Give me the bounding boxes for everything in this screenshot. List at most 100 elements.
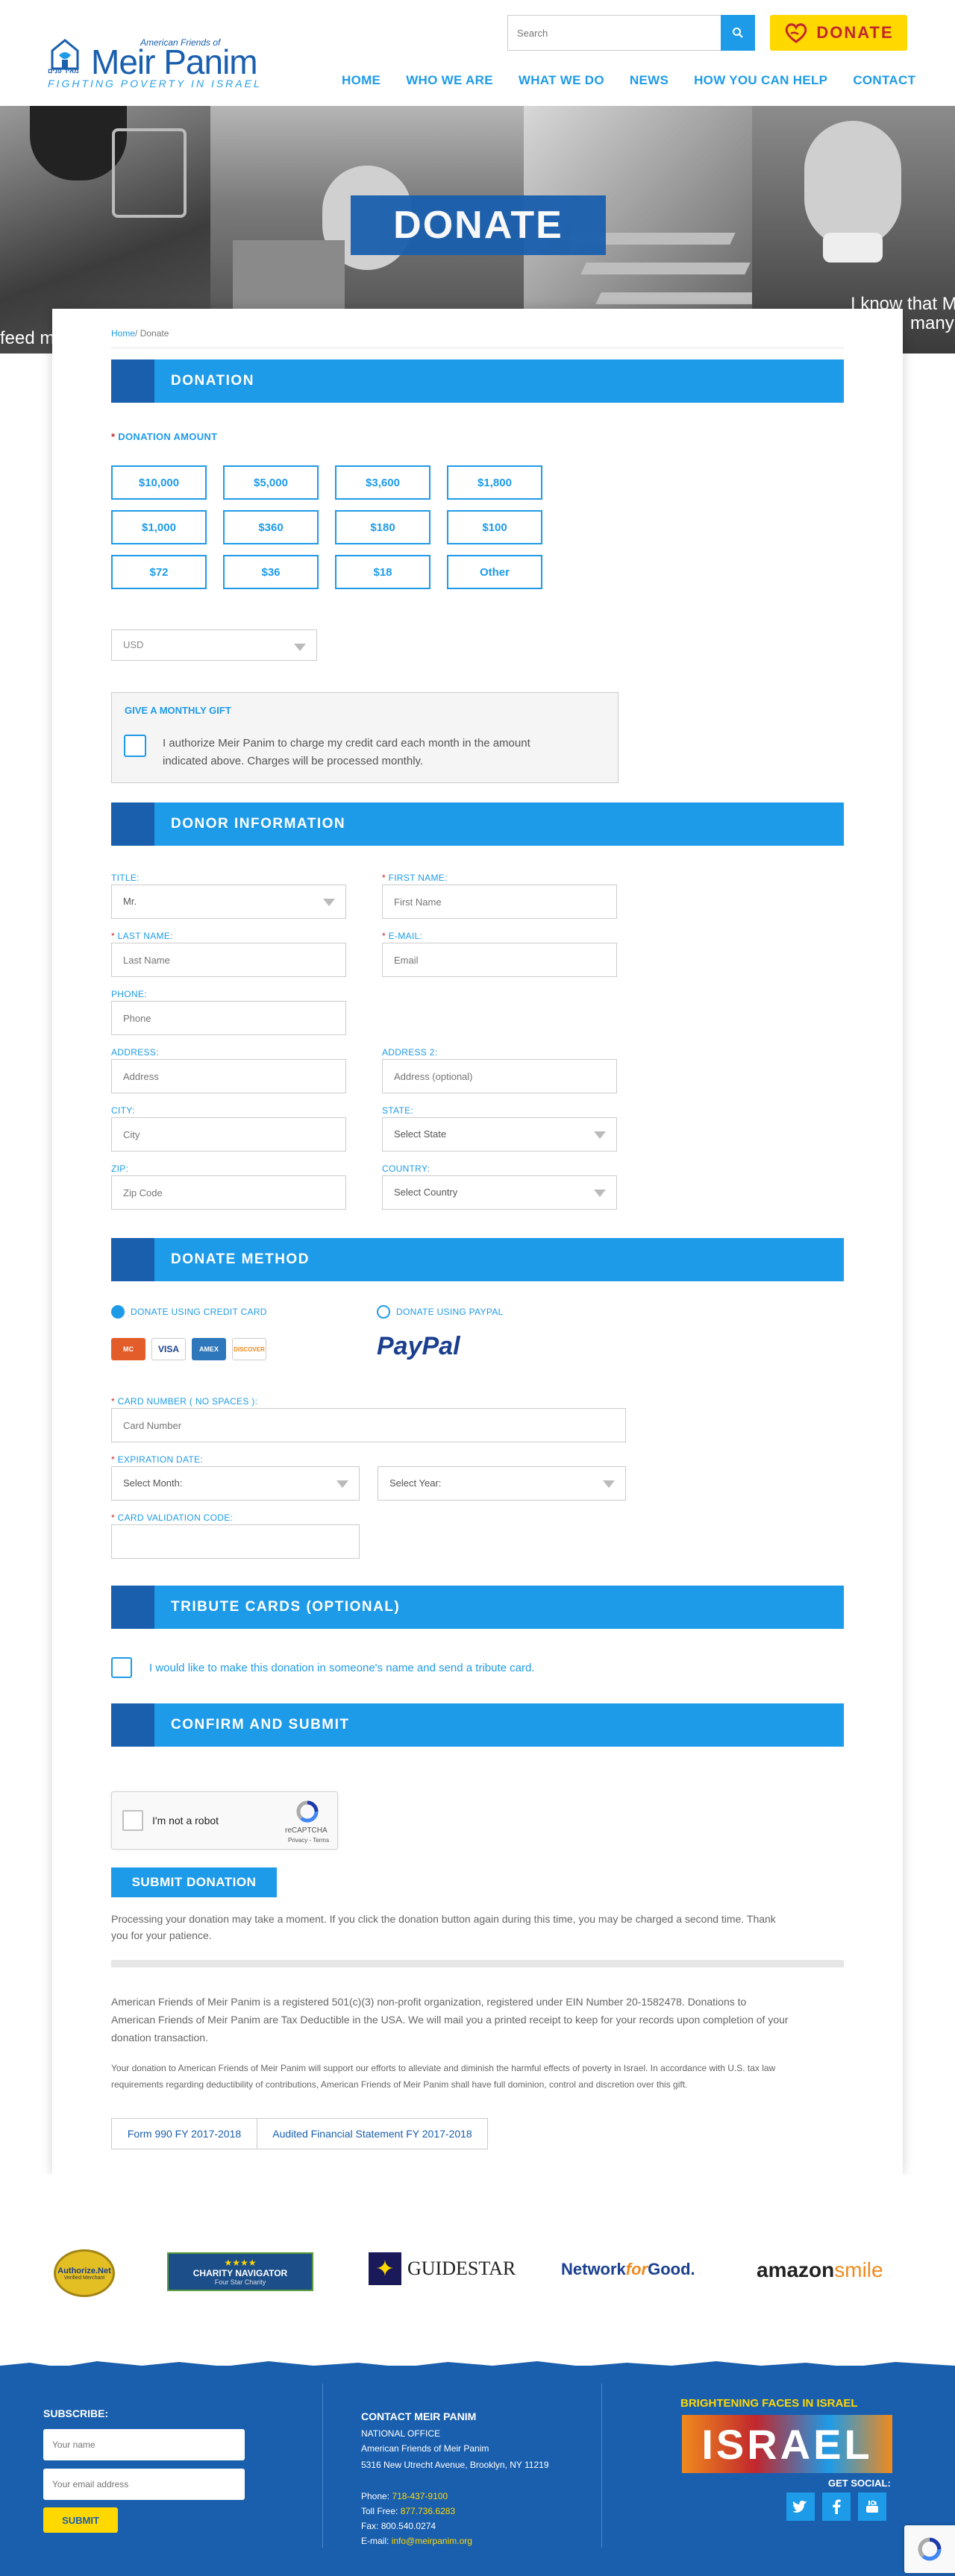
authorize-net-badge[interactable]: Authorize.Net Verified Merchant	[54, 2249, 115, 2297]
title-select[interactable]: Mr.	[111, 885, 346, 919]
method-section-header: DONATE METHOD	[111, 1238, 844, 1281]
mastercard-icon: MC	[111, 1338, 145, 1360]
hero-caption-left: feed m	[0, 328, 55, 348]
monthly-gift-box: GIVE A MONTHLY GIFT I authorize Meir Pan…	[111, 692, 619, 783]
card-number-label: * CARD NUMBER ( NO SPACES ):	[111, 1396, 258, 1407]
last-name-input[interactable]	[111, 943, 346, 977]
phone-line: Phone: 718-437-9100	[361, 2491, 448, 2501]
cvc-label: * CARD VALIDATION CODE:	[111, 1512, 234, 1523]
credit-card-label: DONATE USING CREDIT CARD	[131, 1307, 267, 1317]
guidestar-logo[interactable]: ✦ GUIDESTAR	[369, 2252, 516, 2285]
tribute-heading: TRIBUTE CARDS (OPTIONAL)	[171, 1599, 401, 1615]
phone-input[interactable]	[111, 1001, 346, 1035]
nav-what-we-do[interactable]: WHAT WE DO	[519, 73, 604, 91]
nav-how-you-can-help[interactable]: HOW YOU CAN HELP	[694, 73, 827, 91]
submit-donation-button[interactable]: SUBMIT DONATION	[111, 1867, 277, 1897]
site-logo[interactable]: מאיר פנים American Friends of Meir Panim…	[48, 37, 260, 95]
paypal-logo[interactable]: PayPal	[377, 1332, 460, 1361]
subscribe-submit-button[interactable]: SUBMIT	[43, 2507, 118, 2533]
card-number-input[interactable]	[111, 1408, 626, 1442]
amex-icon: AMEX	[192, 1338, 226, 1360]
hero-title: DONATE	[351, 195, 606, 255]
form-990-link[interactable]: Form 990 FY 2017-2018	[111, 2118, 257, 2149]
amount-5000[interactable]: $5,000	[223, 465, 319, 500]
amount-other[interactable]: Other	[447, 555, 542, 589]
amount-1000[interactable]: $1,000	[111, 510, 207, 544]
twitter-button[interactable]	[786, 2492, 815, 2521]
phone-link[interactable]: 718-437-9100	[392, 2491, 448, 2501]
nav-contact[interactable]: CONTACT	[853, 73, 915, 91]
contact-title: CONTACT MEIR PANIM	[361, 2410, 477, 2422]
search-box	[507, 15, 755, 51]
network-for-good-logo[interactable]: NetworkforGood.	[561, 2260, 695, 2279]
nav-news[interactable]: NEWS	[630, 73, 668, 91]
cvc-input[interactable]	[111, 1524, 360, 1559]
sponsors-bar: Authorize.Net Verified Merchant ★★★★ CHA…	[0, 2175, 955, 2366]
country-select[interactable]: Select Country	[382, 1175, 617, 1210]
donation-section-header: DONATION	[111, 359, 844, 403]
country-label: COUNTRY:	[382, 1163, 430, 1174]
get-social-label: GET SOCIAL:	[828, 2478, 891, 2489]
address2-label: ADDRESS 2:	[382, 1047, 438, 1058]
amount-18[interactable]: $18	[335, 555, 430, 589]
org-address: 5316 New Utrecht Avenue, Brooklyn, NY 11…	[361, 2460, 549, 2470]
state-select[interactable]: Select State	[382, 1117, 617, 1152]
monthly-gift-text: I authorize Meir Panim to charge my cred…	[163, 737, 530, 767]
youtube-button[interactable]	[858, 2492, 886, 2521]
nav-who-we-are[interactable]: WHO WE ARE	[406, 73, 493, 91]
state-label: STATE:	[382, 1105, 414, 1116]
paypal-radio[interactable]	[377, 1305, 390, 1319]
address-input[interactable]	[111, 1059, 346, 1093]
visa-icon: VISA	[151, 1338, 186, 1360]
currency-select[interactable]: USD	[111, 629, 317, 661]
nav-home[interactable]: HOME	[342, 73, 381, 91]
credit-card-radio[interactable]	[111, 1305, 125, 1319]
amount-72[interactable]: $72	[111, 555, 207, 589]
first-name-input[interactable]	[382, 885, 617, 919]
address2-input[interactable]	[382, 1059, 617, 1093]
subscribe-name-input[interactable]	[43, 2429, 245, 2460]
youtube-icon	[866, 2500, 878, 2513]
amount-100[interactable]: $100	[447, 510, 542, 544]
tribute-checkbox[interactable]	[111, 1657, 132, 1678]
amount-1800[interactable]: $1,800	[447, 465, 542, 500]
subscribe-email-input[interactable]	[43, 2469, 245, 2500]
donation-amount-label: * DONATION AMOUNT	[111, 431, 218, 442]
breadcrumb-home[interactable]: Home	[111, 328, 135, 339]
amazon-smile-logo[interactable]: amazonsmile	[757, 2258, 883, 2282]
email-input[interactable]	[382, 943, 617, 977]
recaptcha-checkbox[interactable]	[122, 1810, 143, 1831]
recaptcha-widget: I'm not a robot reCAPTCHA Privacy - Term…	[111, 1791, 338, 1850]
breadcrumb: Home/ Donate	[111, 328, 169, 339]
amount-3600[interactable]: $3,600	[335, 465, 430, 500]
amount-36[interactable]: $36	[223, 555, 319, 589]
logo-name: Meir Panim	[91, 43, 258, 81]
amount-10000[interactable]: $10,000	[111, 465, 207, 500]
email-link[interactable]: info@meirpanim.org	[392, 2536, 472, 2546]
header-donate-button[interactable]: DONATE	[770, 15, 907, 51]
recaptcha-links[interactable]: Privacy - Terms	[288, 1837, 329, 1844]
first-name-label: * FIRST NAME:	[382, 873, 448, 883]
tollfree-line: Toll Free: 877.736.6283	[361, 2506, 456, 2516]
monthly-gift-checkbox[interactable]	[124, 735, 146, 757]
email-line: E-mail: info@meirpanim.org	[361, 2536, 472, 2546]
phone-label: PHONE:	[111, 989, 147, 999]
tribute-section-header: TRIBUTE CARDS (OPTIONAL)	[111, 1586, 844, 1629]
search-button[interactable]	[721, 15, 755, 51]
fax-line: Fax: 800.540.0274	[361, 2521, 436, 2531]
facebook-button[interactable]	[822, 2492, 851, 2521]
amount-360[interactable]: $360	[223, 510, 319, 544]
charity-navigator-badge[interactable]: ★★★★ CHARITY NAVIGATOR Four Star Charity	[167, 2252, 313, 2291]
zip-input[interactable]	[111, 1175, 346, 1210]
guidestar-star-icon: ✦	[369, 2252, 401, 2285]
expiration-month-select[interactable]: Select Month:	[111, 1466, 360, 1501]
tollfree-link[interactable]: 877.736.6283	[401, 2506, 455, 2516]
search-input[interactable]	[508, 16, 717, 50]
recaptcha-badge[interactable]	[904, 2525, 955, 2573]
footer-brush-edge	[0, 2361, 955, 2375]
city-input[interactable]	[111, 1117, 346, 1152]
israel-graphic: ISRAEL	[682, 2415, 892, 2473]
expiration-year-select[interactable]: Select Year:	[378, 1466, 626, 1501]
audited-statement-link[interactable]: Audited Financial Statement FY 2017-2018	[257, 2118, 488, 2149]
amount-180[interactable]: $180	[335, 510, 430, 544]
